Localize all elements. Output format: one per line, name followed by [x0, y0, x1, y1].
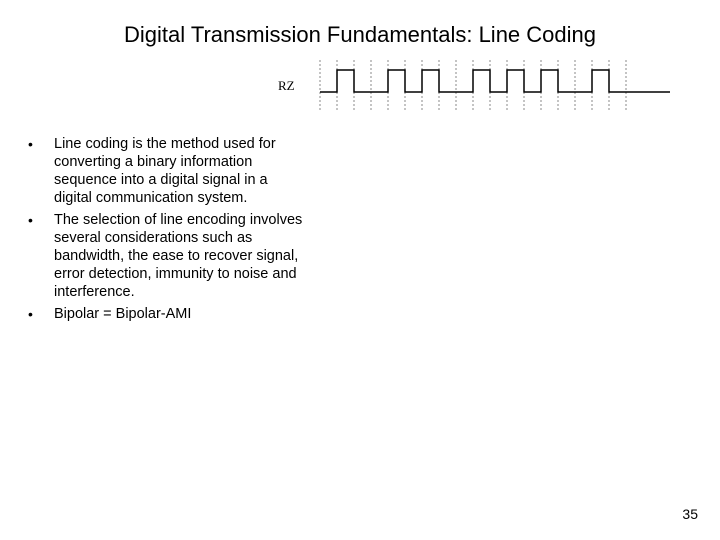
bullet-text: The selection of line encoding involves … — [54, 211, 308, 301]
page-number: 35 — [682, 506, 698, 522]
bullet-text: Line coding is the method used for conve… — [54, 135, 308, 207]
rz-waveform-icon — [270, 60, 670, 115]
list-item: • The selection of line encoding involve… — [28, 211, 308, 301]
bullet-icon: • — [28, 211, 54, 301]
bullet-list: • Line coding is the method used for con… — [28, 135, 308, 327]
list-item: • Line coding is the method used for con… — [28, 135, 308, 207]
bullet-icon: • — [28, 305, 54, 323]
page-title: Digital Transmission Fundamentals: Line … — [0, 22, 720, 48]
list-item: • Bipolar = Bipolar-AMI — [28, 305, 308, 323]
bullet-text: Bipolar = Bipolar-AMI — [54, 305, 191, 323]
bullet-icon: • — [28, 135, 54, 207]
